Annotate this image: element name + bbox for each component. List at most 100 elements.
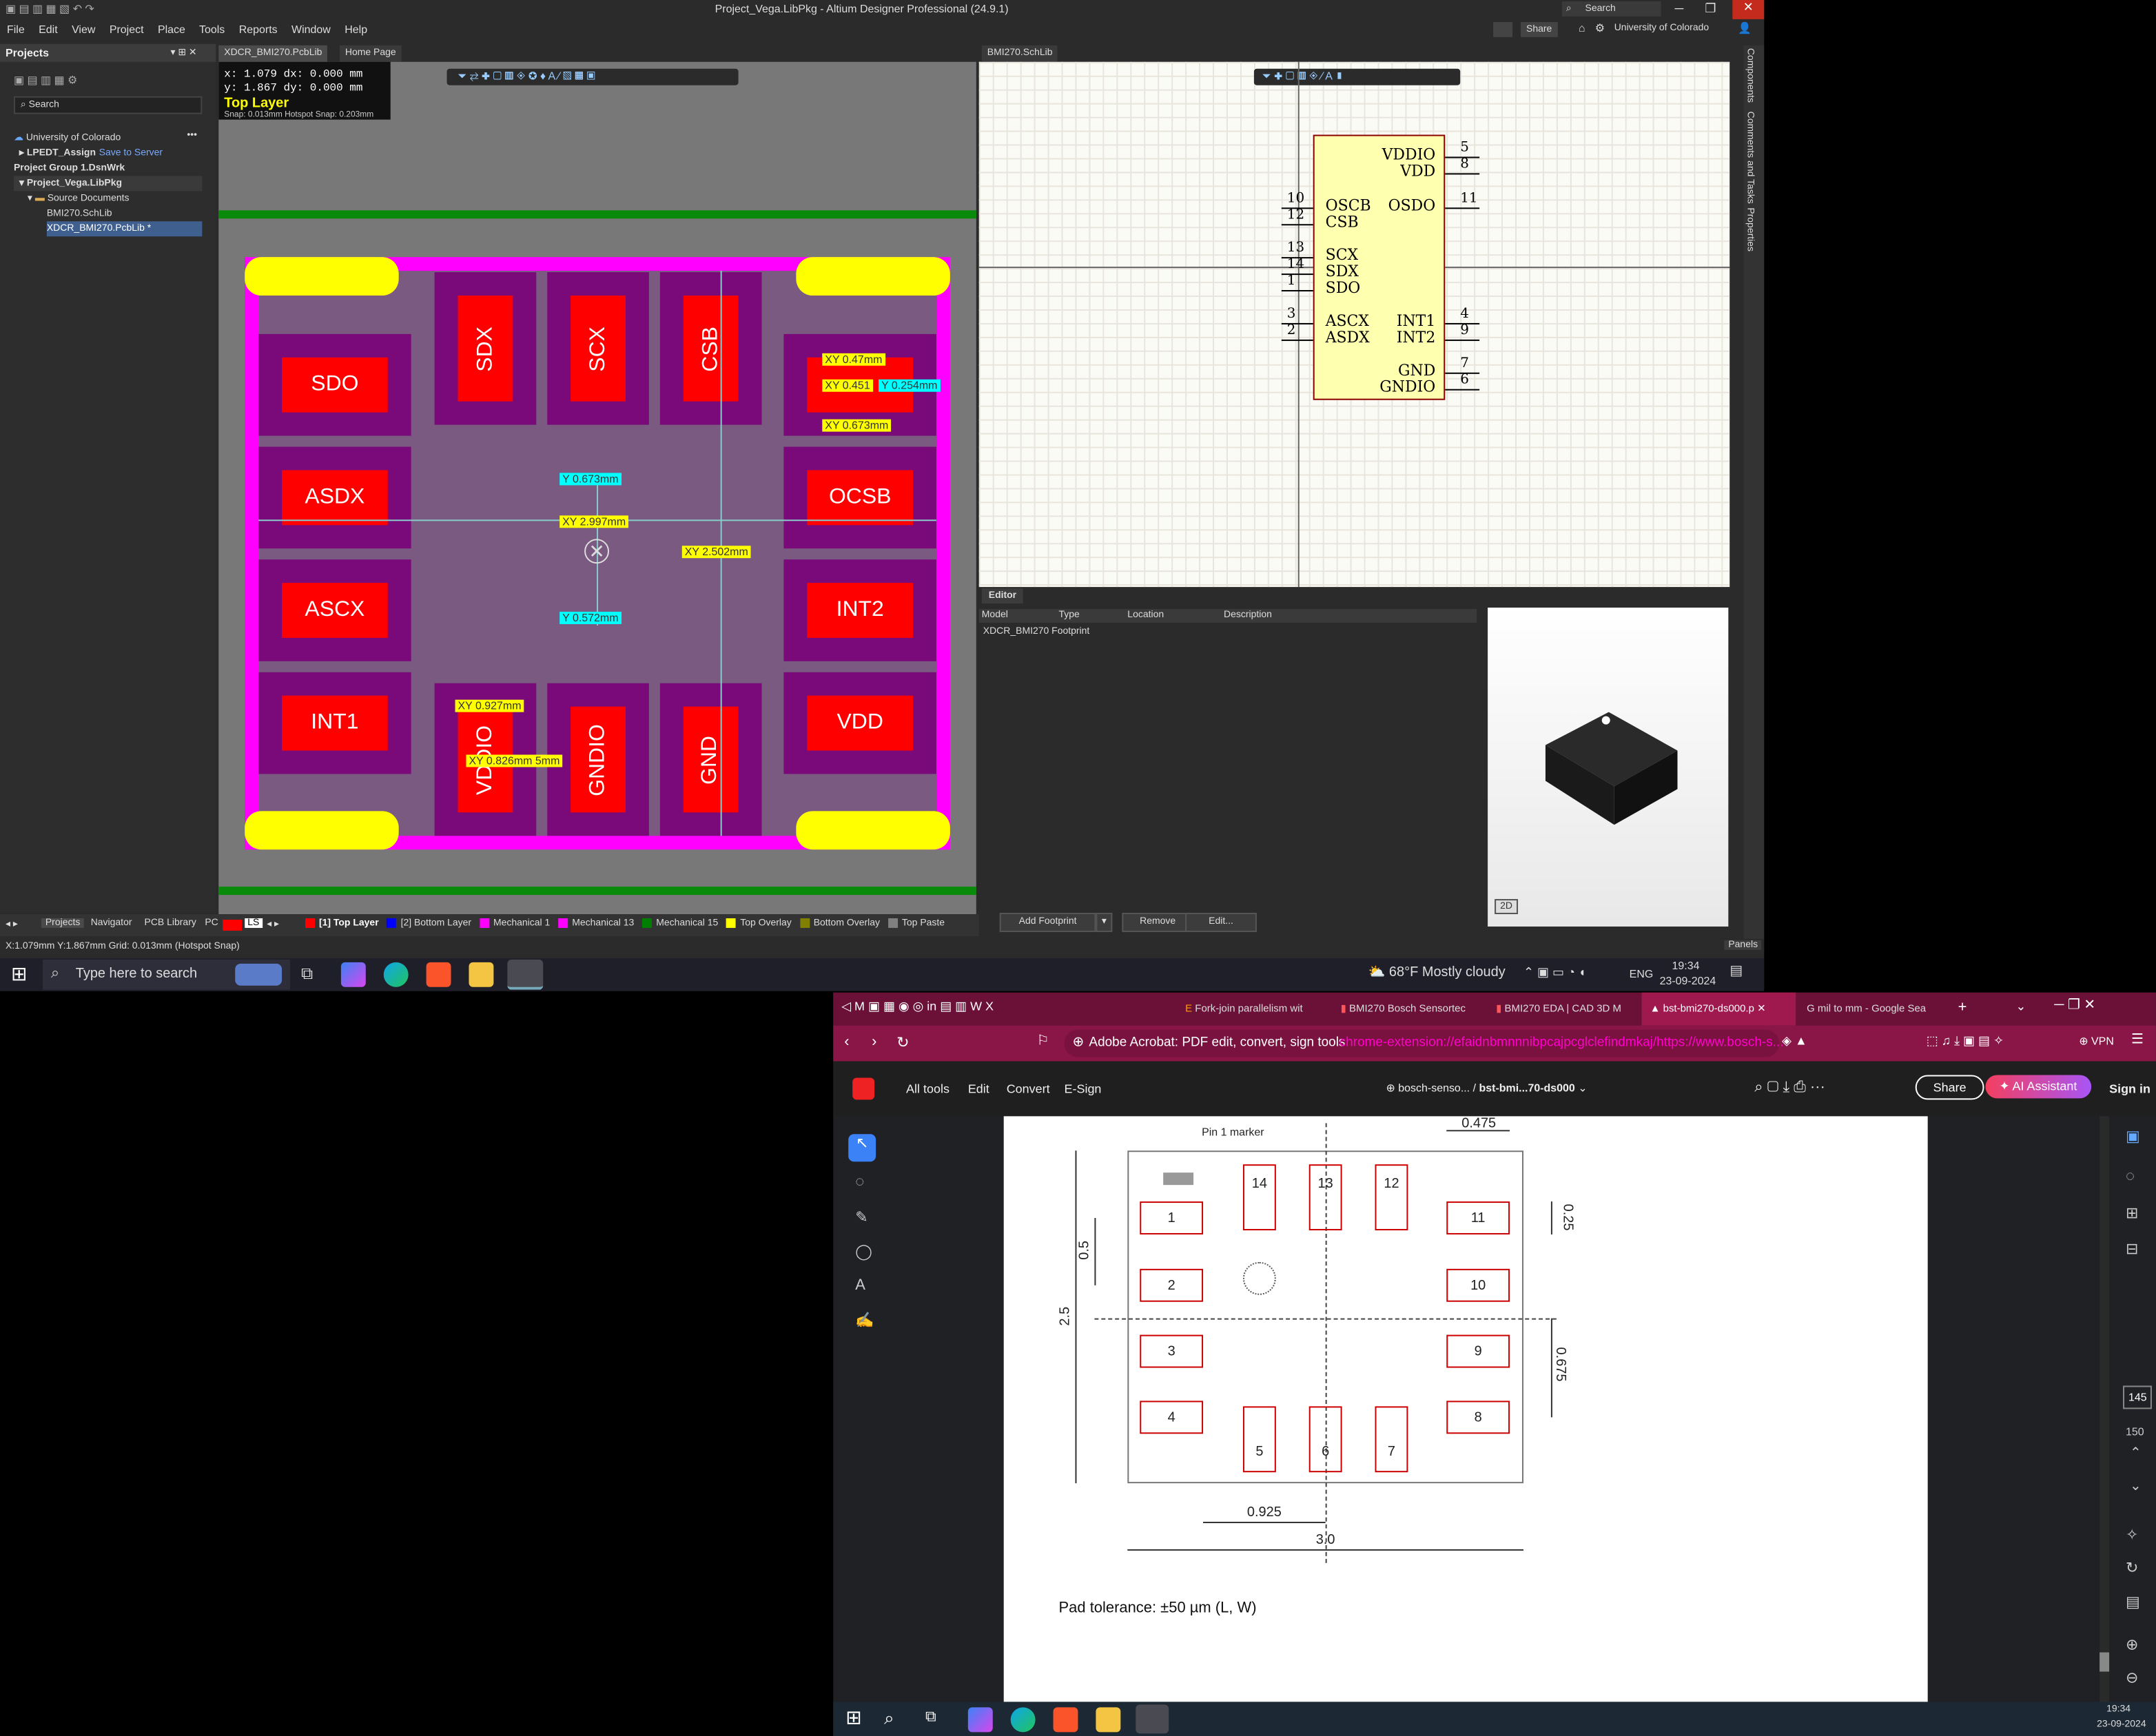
- comments-icon[interactable]: ◌: [2126, 1168, 2135, 1185]
- add-footprint-button[interactable]: Add Footprint: [999, 913, 1096, 932]
- select-icon[interactable]: ↖: [848, 1134, 876, 1162]
- menu-file[interactable]: File: [7, 23, 25, 36]
- tab-home-page[interactable]: Home Page: [339, 45, 402, 62]
- pcb-toolbar[interactable]: ⏷ ⇄ ✚ ▢ ▥ ◈ ✪ ♦ A ⁄ ▧ ▦ ▣: [446, 68, 739, 85]
- tab-schlib[interactable]: BMI270.SchLib: [981, 45, 1058, 62]
- pad-scx[interactable]: SCX: [547, 272, 649, 425]
- taskbar-search-input[interactable]: ⌕ Type here to search: [42, 959, 291, 990]
- notification-icon[interactable]: ▤: [1729, 964, 1743, 979]
- pad-ocsb[interactable]: OCSB: [783, 446, 936, 549]
- ai-icon[interactable]: ✧: [2126, 1526, 2138, 1544]
- layer-scroll-icon[interactable]: ◂ ▸: [267, 918, 279, 929]
- task-view-icon[interactable]: ⧉: [301, 964, 313, 984]
- windows-start-icon[interactable]: ⊞: [11, 962, 27, 986]
- text-icon[interactable]: A: [855, 1277, 865, 1294]
- pad-csb[interactable]: CSB: [659, 272, 762, 425]
- pad-vdd[interactable]: VDD: [783, 672, 936, 774]
- clock-time[interactable]: 19:34: [1672, 960, 1700, 972]
- pdf-scroll-thumb[interactable]: [2099, 1652, 2110, 1672]
- sch-toolbar[interactable]: ⏷ ✚ ▢ ▥ ◈ ⁄ A ▮: [1253, 68, 1461, 85]
- layer-tab[interactable]: Mechanical 15: [656, 919, 718, 929]
- bookmark-icon[interactable]: ⚐: [1037, 1034, 1049, 1049]
- menu-window[interactable]: Window: [291, 23, 331, 36]
- weather-widget[interactable]: ⛅ 68°F Mostly cloudy: [1368, 965, 1506, 980]
- page-icon[interactable]: ▤: [2126, 1593, 2140, 1611]
- menu-tools[interactable]: Tools: [199, 23, 225, 36]
- layer-tab[interactable]: Top Paste: [902, 919, 945, 929]
- menu-edit[interactable]: Edit: [39, 23, 58, 36]
- rotate-icon[interactable]: ↻: [2126, 1559, 2138, 1577]
- current-page-input[interactable]: 145: [2123, 1385, 2153, 1409]
- col-description[interactable]: Description: [1224, 610, 1272, 620]
- panel-tab-pcb-library[interactable]: PCB Library: [145, 918, 196, 928]
- view-2d-badge[interactable]: 2D: [1495, 899, 1518, 915]
- share-button[interactable]: Share: [1915, 1075, 1984, 1100]
- ai-panel-icon[interactable]: ▣: [2126, 1127, 2140, 1145]
- panel-controls-icon[interactable]: ▾ ⊞ ✕: [170, 47, 196, 58]
- page-up-icon[interactable]: ⌃: [2130, 1446, 2142, 1461]
- pcb-canvas[interactable]: x: 1.079 dx: 0.000 mm y: 1.867 dy: 0.000…: [218, 61, 976, 915]
- pad-int2[interactable]: INT2: [783, 559, 936, 661]
- sign-icon[interactable]: ✍: [855, 1312, 874, 1330]
- clock-date[interactable]: 23-09-2024: [2097, 1719, 2146, 1729]
- site-info-icon[interactable]: ⊕: [1072, 1035, 1084, 1051]
- task-view-icon[interactable]: ⧉: [925, 1708, 936, 1726]
- tab-pcblib[interactable]: XDCR_BMI270.PcbLib: [218, 45, 328, 62]
- brave-shield-icon[interactable]: ◈ ▲: [1782, 1034, 1807, 1049]
- project-search-input[interactable]: ⌕ Search: [13, 96, 203, 114]
- back-icon[interactable]: ‹: [844, 1034, 849, 1051]
- account-label[interactable]: University of Colorado: [1614, 23, 1709, 33]
- col-location[interactable]: Location: [1127, 610, 1164, 620]
- layer-tab[interactable]: Mechanical 1: [493, 919, 550, 929]
- menu-view[interactable]: View: [72, 23, 95, 36]
- zoom-out-icon[interactable]: ⊖: [2126, 1669, 2138, 1687]
- remove-button[interactable]: Remove: [1122, 913, 1194, 932]
- brave-icon[interactable]: [1053, 1707, 1078, 1733]
- menu-icon[interactable]: ☰: [2131, 1033, 2144, 1048]
- forward-icon[interactable]: ›: [872, 1034, 876, 1051]
- tab-strip-icons[interactable]: ◁ M ▣ ▦ ◉ ◎ in ▤ ▥ W X: [841, 1000, 994, 1015]
- windows-start-icon[interactable]: ⊞: [845, 1706, 861, 1729]
- tree-project-group[interactable]: Project Group 1.DsnWrk: [14, 161, 125, 176]
- browser-tab-4-active[interactable]: ▲ bst-bmi270-ds000.p ✕: [1641, 992, 1796, 1026]
- tree-project-vega[interactable]: ▾ Project_Vega.LibPkg: [19, 176, 122, 191]
- pad-sdx[interactable]: SDX: [434, 272, 537, 425]
- side-tab-properties[interactable]: Properties: [1745, 207, 1754, 251]
- pad-ascx[interactable]: ASCX: [258, 559, 411, 661]
- edge-icon[interactable]: [1010, 1707, 1036, 1733]
- menu-project[interactable]: Project: [110, 23, 144, 36]
- more-icon[interactable]: •••: [187, 131, 197, 141]
- tree-schlib[interactable]: BMI270.SchLib: [47, 206, 112, 221]
- pad-gnd[interactable]: GND: [659, 683, 762, 836]
- pad-int1[interactable]: INT1: [258, 672, 411, 774]
- language-indicator[interactable]: ENG: [1630, 968, 1654, 980]
- sch-scrollbar[interactable]: [1729, 61, 1744, 935]
- ai-assistant-button[interactable]: ✦ AI Assistant: [1985, 1075, 2091, 1099]
- layer-tab[interactable]: Top Overlay: [740, 919, 792, 929]
- maximize-icon[interactable]: ❐: [1705, 1, 1716, 17]
- copilot-icon[interactable]: [967, 1707, 993, 1733]
- pdf-scrollbar[interactable]: [2099, 1116, 2110, 1702]
- sign-in-link[interactable]: Sign in: [2109, 1082, 2150, 1095]
- browser-tab-1[interactable]: E Fork-join parallelism wit: [1177, 993, 1328, 1026]
- scroll-left-icon[interactable]: ◂ ▸: [6, 918, 18, 929]
- 3d-preview[interactable]: 2D: [1488, 608, 1729, 927]
- extension-icons[interactable]: ⬚ ♫ ⤓ ▣ ▤ ✧: [1927, 1034, 2004, 1049]
- browser-tab-5[interactable]: G mil to mm - Google Sea: [1798, 993, 1950, 1026]
- menu-esign[interactable]: E-Sign: [1065, 1082, 1102, 1095]
- close-icon[interactable]: ✕: [1732, 0, 1765, 19]
- reload-icon[interactable]: ↻: [896, 1034, 909, 1052]
- new-tab-icon[interactable]: +: [1958, 1000, 1967, 1016]
- menu-edit[interactable]: Edit: [968, 1082, 989, 1095]
- panel-tab-projects[interactable]: Projects: [41, 918, 85, 928]
- comment-icon[interactable]: ◌: [855, 1174, 864, 1190]
- lasso-icon[interactable]: ◯: [855, 1243, 872, 1261]
- breadcrumb[interactable]: ⊕ bosch-senso... / bst-bmi...70-ds000 ⌄: [1386, 1082, 1587, 1094]
- page-down-icon[interactable]: ⌄: [2130, 1479, 2142, 1494]
- copilot-icon[interactable]: [340, 962, 366, 987]
- window-controls-icon[interactable]: ─ ❐ ✕: [2054, 998, 2095, 1013]
- layer-tab[interactable]: Bottom Overlay: [814, 919, 880, 929]
- menu-place[interactable]: Place: [158, 23, 185, 36]
- altium-icon[interactable]: [507, 959, 544, 990]
- tree-workspace[interactable]: ☁ University of Colorado: [14, 131, 121, 146]
